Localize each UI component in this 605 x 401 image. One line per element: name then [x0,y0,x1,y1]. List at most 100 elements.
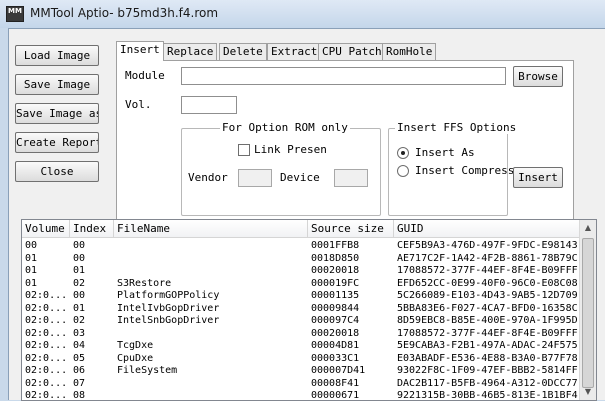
volume-cell: 02:0... [25,352,68,364]
guid-cell: CEF5B9A3-476D-497F-9FDC-E98143 [397,240,578,251]
index-cell: 00 [73,290,86,301]
index-cell: 01 [73,302,86,314]
filename-cell: S3Restore [117,277,172,289]
link-present-label: Link Presen [254,143,327,156]
close-button[interactable]: Close [15,161,99,182]
table-row[interactable]: 01 02 S3Restore 000019FC EFD652CC-0E99-40F0-… [22,277,582,290]
scrollbar-thumb[interactable] [582,238,594,388]
vol-input[interactable] [181,96,237,114]
guid-cell: 93022F8C-1F09-47EF-BBB2-5814FF [397,365,578,376]
insert-as-radio[interactable] [397,147,409,159]
volume-cell: 02:0... [25,290,68,301]
guid-cell: 9221315B-30BB-46B5-813E-1B1BF4 [397,390,578,401]
scroll-up-arrow-icon[interactable]: ▲ [580,220,596,236]
source-size-cell: 00020018 [311,265,360,276]
table-row[interactable]: 02:0... 06 FileSystem 000007D41 93022F8C-1F0… [22,364,582,377]
table-row[interactable]: 02:0... 04 TcgDxe 00004D81 5E9CABA3-F2B1-497… [22,339,582,352]
volume-cell: 02:0... [25,302,68,314]
guid-cell: DAC2B117-B5FB-4964-A312-0DCC77 [397,377,578,389]
index-cell: 03 [73,327,86,339]
module-label: Module [125,69,165,82]
table-row[interactable]: 00 00 0001FFB8 CEF5B9A3-476D-497F-9FDC-E981… [22,239,582,252]
source-size-cell: 000007D41 [311,365,366,376]
insert-compress-radio[interactable] [397,165,409,177]
filename-cell [114,264,308,277]
source-size-cell: 00000671 [311,390,360,401]
table-row[interactable]: 01 01 00020018 17088572-377F-44EF-8F4E-B09F… [22,264,582,277]
source-size-cell: 00009844 [311,302,360,314]
table-row[interactable]: 02:0... 00 PlatformGOPPolicy 00001135 5C2660… [22,289,582,302]
source-size-cell: 00008F41 [311,377,360,389]
table-row[interactable]: 02:0... 07 00008F41 DAC2B117-B5FB-4964-A312… [22,377,582,390]
volume-cell: 02:0... [25,377,68,389]
guid-cell: AE717C2F-1A42-4F2B-8861-78B79C [397,252,578,264]
column-header-source-size[interactable]: Source size [308,220,394,238]
vendor-input[interactable] [238,169,272,187]
guid-cell: 17088572-377F-44EF-8F4E-B09FFF [397,265,578,276]
index-cell: 08 [73,390,86,401]
option-rom-group: For Option ROM only Link Presen Vendor D… [181,121,381,216]
column-header-guid[interactable]: GUID [394,220,582,238]
column-header-volume[interactable]: Volume [22,220,70,238]
volume-cell: 01 [25,265,38,276]
source-size-cell: 0001FFB8 [311,240,360,251]
insert-compress-label: Insert Compress [415,164,515,177]
guid-cell: 8D59EBC8-B85E-400E-970A-1F995D [397,315,578,326]
link-present-checkbox[interactable] [238,144,250,156]
device-input[interactable] [334,169,368,187]
window-title: MMTool Aptio- b75md3h.f4.rom [30,6,219,20]
table-row[interactable]: 02:0... 03 00020018 17088572-377F-44EF-8F4E… [22,327,582,340]
index-cell: 05 [73,352,86,364]
filename-cell [114,327,308,340]
source-size-cell: 00004D81 [311,340,360,351]
filename-cell [114,377,308,390]
scroll-down-arrow-icon[interactable]: ▼ [580,384,596,400]
volume-cell: 02:0... [25,315,68,326]
table-row[interactable]: 02:0... 08 00000671 9221315B-30BB-46B5-813E… [22,389,582,401]
tab-cpu-patch[interactable]: CPU Patch [318,43,386,60]
source-size-cell: 0018D850 [311,252,360,264]
index-cell: 00 [73,240,86,251]
ffs-options-group-title: Insert FFS Options [395,121,519,134]
vertical-scrollbar[interactable]: ▲ ▼ [579,220,596,400]
table-row[interactable]: 02:0... 01 IntelIvbGopDriver 00009844 5BBA83… [22,302,582,315]
filename-cell: TcgDxe [117,340,154,351]
volume-cell: 02:0... [25,390,68,401]
tab-delete[interactable]: Delete [219,43,267,60]
source-size-cell: 00020018 [311,327,360,339]
tab-replace[interactable]: Replace [163,43,218,60]
table-row[interactable]: 02:0... 02 IntelSnbGopDriver 000097C4 8D59EB… [22,314,582,327]
tab-extract[interactable]: Extract [267,43,322,60]
table-row[interactable]: 01 00 0018D850 AE717C2F-1A42-4F2B-8861-78B7… [22,252,582,265]
guid-cell: EFD652CC-0E99-40F0-96C0-E08C08 [397,277,578,289]
filename-cell [114,239,308,252]
save-image-button[interactable]: Save Image [15,74,99,95]
volume-cell: 02:0... [25,365,68,376]
insert-as-label: Insert As [415,146,475,159]
ffs-options-group: Insert FFS Options Insert As Insert Comp… [388,121,519,216]
load-image-button[interactable]: Load Image [15,45,99,66]
tab-romhole[interactable]: RomHole [382,43,437,60]
insert-button[interactable]: Insert [513,167,563,188]
volume-file-list[interactable]: Volume Index FileName Source size GUID 0… [21,219,597,401]
table-row[interactable]: 02:0... 05 CpuDxe 000033C1 E03ABADF-E536-4E8… [22,352,582,365]
save-image-as-button[interactable]: Save Image as.. [15,103,99,124]
guid-cell: 5E9CABA3-F2B1-497A-ADAC-24F575 [397,340,578,351]
volume-cell: 01 [25,277,38,289]
filename-cell: IntelIvbGopDriver [117,302,220,314]
create-report-button[interactable]: Create Report [15,132,99,153]
index-cell: 06 [73,365,86,376]
column-header-filename[interactable]: FileName [114,220,308,238]
filename-cell [114,252,308,265]
title-bar: MM MMTool Aptio- b75md3h.f4.rom [0,0,605,28]
filename-cell: IntelSnbGopDriver [117,315,220,326]
device-label: Device [280,171,320,184]
volume-cell: 00 [25,240,38,251]
filename-cell: PlatformGOPPolicy [117,290,220,301]
browse-button[interactable]: Browse [513,66,563,87]
module-path-input[interactable] [181,67,506,85]
insert-panel: Module Browse Vol. For Option ROM only L… [116,60,574,220]
filename-cell [114,389,308,400]
column-header-index[interactable]: Index [70,220,114,238]
tab-insert[interactable]: Insert [116,41,164,61]
